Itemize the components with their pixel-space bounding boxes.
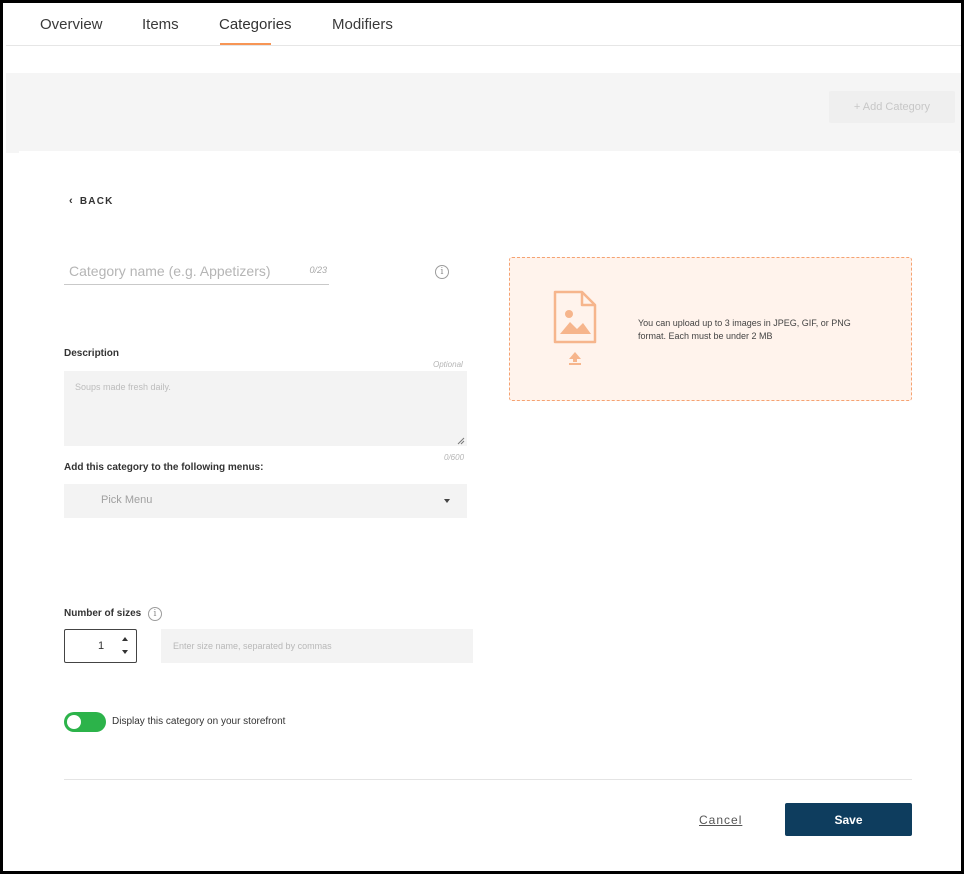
- image-upload-dropzone[interactable]: You can upload up to 3 images in JPEG, G…: [509, 257, 912, 401]
- divider: [64, 779, 912, 780]
- optional-label: Optional: [433, 360, 463, 369]
- save-button[interactable]: Save: [785, 803, 912, 836]
- sizes-label: Number of sizes: [64, 608, 142, 619]
- description-textarea[interactable]: [64, 371, 467, 446]
- caret-down-icon: [444, 499, 450, 503]
- app-frame: Overview Items Categories Modifiers + Ad…: [0, 0, 964, 874]
- toggle-knob: [67, 715, 81, 729]
- storefront-toggle-label: Display this category on your storefront: [112, 716, 286, 727]
- tab-bar: Overview Items Categories Modifiers: [6, 6, 961, 46]
- cancel-button[interactable]: Cancel: [699, 813, 742, 827]
- menus-label: Add this category to the following menus…: [64, 462, 264, 473]
- category-name-input[interactable]: [69, 259, 299, 283]
- chevron-left-icon: ‹: [69, 195, 74, 207]
- tab-categories[interactable]: Categories: [219, 16, 292, 33]
- size-names-input[interactable]: [161, 629, 473, 663]
- description-label: Description: [64, 348, 120, 359]
- tab-items[interactable]: Items: [142, 16, 179, 33]
- upload-arrow-icon: [569, 352, 581, 365]
- active-tab-indicator: [220, 43, 271, 45]
- tab-modifiers[interactable]: Modifiers: [332, 16, 393, 33]
- page-toolbar: [6, 73, 961, 153]
- category-name-field: 0/23: [64, 259, 329, 285]
- decrement-icon[interactable]: [122, 650, 128, 654]
- resize-handle-icon[interactable]: [457, 437, 465, 445]
- tab-overview[interactable]: Overview: [40, 16, 103, 33]
- storefront-toggle[interactable]: [64, 712, 106, 732]
- info-icon[interactable]: i: [148, 607, 162, 621]
- sizes-count: 1: [98, 640, 105, 652]
- sizes-stepper[interactable]: 1: [64, 629, 137, 663]
- back-link[interactable]: ‹ BACK: [69, 195, 114, 207]
- info-icon[interactable]: i: [435, 265, 449, 279]
- menu-select-value: Pick Menu: [101, 494, 153, 506]
- increment-icon[interactable]: [122, 637, 128, 641]
- category-name-counter: 0/23: [309, 265, 327, 275]
- upload-instructions: You can upload up to 3 images in JPEG, G…: [638, 318, 851, 341]
- description-counter: 0/600: [444, 453, 465, 462]
- menu-select[interactable]: Pick Menu: [64, 484, 467, 518]
- back-label: BACK: [79, 196, 114, 207]
- image-file-icon: [553, 290, 597, 344]
- add-category-button[interactable]: + Add Category: [829, 91, 955, 123]
